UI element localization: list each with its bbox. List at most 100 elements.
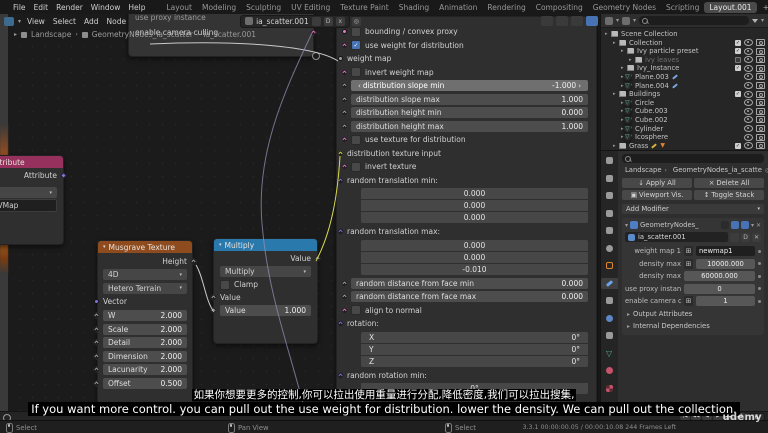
vector-row[interactable]: -0.010 — [361, 263, 588, 275]
vector-row[interactable]: Z 0° — [361, 355, 588, 367]
breadcrumb-expand-icon[interactable]: ▸ — [14, 31, 17, 38]
slider-right-arrow[interactable]: › — [578, 82, 581, 90]
animate-dot-icon[interactable] — [758, 299, 761, 303]
eye-icon[interactable] — [744, 47, 753, 55]
menu-file[interactable]: File — [9, 3, 30, 12]
workspace-tab[interactable]: Geometry Nodes — [588, 2, 661, 13]
workspace-tab[interactable]: Animation — [434, 2, 482, 13]
properties-tab-output[interactable] — [601, 190, 618, 201]
socket-float[interactable] — [92, 325, 101, 333]
viewport-vis--button[interactable]: ▣ Viewport Vis. — [622, 190, 692, 200]
animate-dot-icon[interactable] — [758, 274, 761, 278]
camera-icon[interactable] — [756, 99, 765, 107]
musgrave-slider[interactable]: W 2.000 — [103, 309, 187, 321]
param-checkbox[interactable] — [351, 67, 361, 77]
param-checkbox[interactable] — [351, 161, 361, 172]
outliner-row-scene-collection[interactable]: ▸ Scene Collection — [601, 30, 768, 38]
camera-icon[interactable] — [756, 64, 765, 72]
outliner-row-buildings[interactable]: ▸ Buildings ✓ — [601, 90, 768, 98]
param-checkbox[interactable] — [351, 305, 361, 315]
socket-float[interactable] — [92, 311, 101, 320]
node-editor-canvas[interactable]: ▾ View Select Add Node ia_scatter.001 D x ◎… — [0, 14, 600, 411]
musgrave-slider[interactable]: Offset 0.500 — [103, 377, 187, 389]
socket-float-field[interactable] — [340, 95, 349, 103]
socket-float[interactable] — [92, 379, 101, 387]
menu-help[interactable]: Help — [124, 3, 149, 12]
realtime-toggle[interactable] — [730, 221, 739, 229]
exclude-checkbox[interactable]: ✓ — [735, 65, 741, 72]
new-copy-button[interactable]: D — [741, 232, 750, 242]
socket-vector-field[interactable] — [336, 227, 345, 236]
field-value[interactable]: newmap1 — [696, 246, 755, 256]
musgrave-slider[interactable]: Lacunarity 2.000 — [103, 364, 187, 376]
socket-bool[interactable] — [309, 28, 318, 37]
socket-vector-in[interactable] — [94, 299, 99, 305]
musgrave-slider[interactable]: Scale 2.000 — [103, 323, 187, 335]
eye-icon[interactable] — [744, 142, 753, 150]
vector-value-box[interactable]: 0.000 0.000 0.000 — [361, 188, 588, 223]
socket-float-field[interactable] — [340, 108, 349, 117]
socket-float-field[interactable] — [340, 279, 349, 287]
dimensions-dropdown[interactable]: 4D ▾ — [103, 269, 187, 281]
outliner-row-circle[interactable]: ▸▽Circle▽ — [601, 98, 768, 107]
extras-menu-icon[interactable]: ▾ — [751, 222, 754, 229]
edit-mode-toggle[interactable] — [720, 221, 729, 229]
camera-icon[interactable] — [756, 107, 765, 115]
display-mode-icon[interactable] — [605, 16, 613, 25]
musgrave-slider[interactable]: Dimension 2.000 — [103, 350, 187, 362]
workspace-tab[interactable]: Sculpting — [241, 2, 286, 13]
eye-icon[interactable] — [744, 125, 753, 133]
socket-float[interactable] — [92, 352, 101, 360]
breadcrumb-nodetree[interactable]: ia_scatter.001 — [203, 30, 256, 39]
animate-dot-icon[interactable] — [758, 287, 761, 290]
section-output-attributes[interactable]: ▸ Output Attributes — [627, 310, 761, 318]
camera-icon[interactable] — [756, 56, 765, 64]
socket-bool-field[interactable] — [340, 68, 349, 76]
eye-icon[interactable] — [744, 133, 753, 141]
eye-icon[interactable] — [744, 56, 753, 64]
breadcrumb-object[interactable]: Landscape — [625, 166, 662, 174]
socket-float-field[interactable] — [340, 81, 349, 90]
field-value[interactable]: 60000.000 — [684, 271, 755, 281]
workspace-tab[interactable]: Layout.001 — [704, 1, 757, 13]
workspace-tab[interactable]: Compositing — [531, 2, 588, 13]
properties-tab-modifier[interactable] — [601, 277, 618, 289]
apply-all-button[interactable]: ↓ Apply All — [622, 178, 692, 188]
socket-attribute-out[interactable] — [59, 171, 68, 180]
properties-tab-scene[interactable] — [601, 225, 618, 236]
vector-row[interactable]: 0.000 — [361, 251, 588, 263]
exclude-checkbox[interactable]: ✓ — [735, 48, 741, 55]
vector-row[interactable]: 0.000 — [361, 212, 588, 223]
expand-icon[interactable]: ▾ — [625, 222, 628, 229]
section-internal-dependencies[interactable]: ▸ Internal Dependencies — [627, 322, 761, 330]
socket-float-field[interactable] — [340, 292, 349, 301]
operation-dropdown[interactable]: Multiply ▾ — [220, 266, 311, 277]
breadcrumb-object[interactable]: Landscape — [31, 30, 71, 39]
param-slider[interactable]: distribution height max 1.000 — [351, 120, 588, 132]
socket-value-in[interactable] — [209, 293, 218, 302]
grid-overlay-icon[interactable] — [541, 16, 553, 26]
multiply-math-node[interactable]: ▾ Multiply Value Multiply ▾ Clamp Value Va… — [209, 238, 322, 344]
snapping-icon[interactable] — [571, 16, 583, 26]
ne-menu-select[interactable]: Select — [49, 17, 80, 26]
exclude-checkbox[interactable]: ✓ — [735, 142, 741, 149]
exclude-checkbox[interactable]: ✓ — [735, 39, 741, 46]
outliner-row-ivy-leaves[interactable]: ▸ ivy leaves — [601, 56, 768, 64]
slider-left-arrow[interactable]: ‹ — [358, 82, 361, 90]
modifier-name[interactable]: GeometryNodes_ — [640, 221, 719, 229]
param-slider[interactable]: distribution slope max 1.000 — [351, 93, 588, 105]
workspace-tab[interactable]: Rendering — [482, 2, 530, 13]
properties-tab-particles[interactable] — [601, 295, 618, 306]
properties-tab-tool[interactable] — [601, 155, 618, 166]
vector-row[interactable]: Y 0° — [361, 343, 588, 355]
filter-icon[interactable] — [751, 18, 758, 23]
properties-search[interactable] — [622, 154, 764, 163]
ne-menu-add[interactable]: Add — [80, 17, 103, 26]
socket-bool-field[interactable] — [340, 135, 349, 144]
workspace-tab[interactable]: Scripting — [661, 2, 704, 13]
camera-icon[interactable] — [756, 133, 765, 141]
value-slider[interactable]: Value 1.000 — [220, 305, 311, 316]
camera-icon[interactable] — [756, 39, 765, 47]
overlays-icon[interactable] — [586, 16, 598, 26]
socket-vector-field[interactable] — [336, 371, 345, 379]
